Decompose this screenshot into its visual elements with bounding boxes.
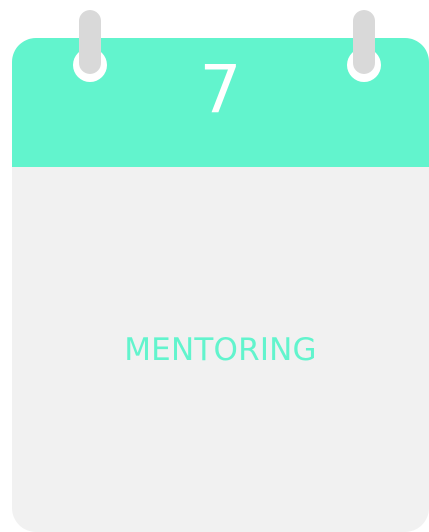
right-binding-pin-icon — [353, 10, 375, 74]
calendar-label: MENTORING — [124, 332, 317, 368]
left-binding-pin-icon — [79, 10, 101, 74]
calendar-card: 7 MENTORING — [12, 38, 429, 532]
